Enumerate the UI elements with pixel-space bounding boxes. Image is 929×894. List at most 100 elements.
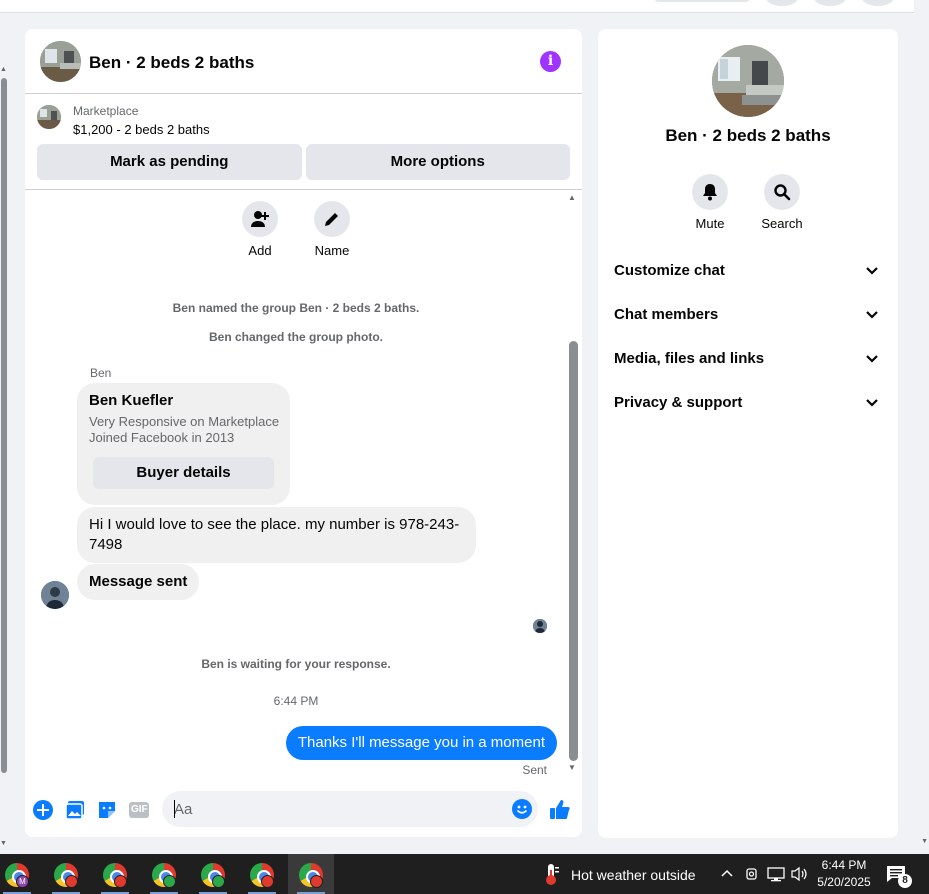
text-caret [174, 800, 175, 818]
scroll-up-arrow-icon[interactable]: ▲ [0, 66, 7, 73]
add-person-icon[interactable] [242, 201, 278, 237]
system-clock[interactable]: 6:44 PM 5/20/2025 [808, 857, 880, 891]
thread-scrollbar[interactable]: ▲ ▼ [567, 193, 578, 772]
name-group-action[interactable]: Name [302, 201, 362, 258]
gif-label: GIF [131, 804, 148, 815]
listing-thumbnail[interactable] [37, 105, 61, 129]
thread-scroll-thumb[interactable] [569, 341, 578, 761]
taskbar-chrome-window[interactable] [92, 854, 138, 894]
profile-badge-icon [261, 875, 274, 888]
search-action[interactable]: Search [752, 174, 812, 231]
top-bar [0, 0, 914, 13]
sticker-icon[interactable] [96, 799, 118, 821]
chevron-down-icon [866, 355, 878, 363]
sender-label: Ben [90, 366, 112, 380]
group-photo[interactable] [712, 45, 784, 117]
group-avatar[interactable] [40, 41, 81, 82]
outgoing-message[interactable]: Thanks I'll message you in a moment [285, 726, 557, 760]
notification-center[interactable]: 8 [886, 865, 912, 888]
info-title: Ben · 2 beds 2 baths [665, 126, 831, 145]
network-icon[interactable] [767, 866, 785, 885]
section-label: Privacy & support [614, 394, 743, 411]
thermometer-icon [546, 864, 559, 885]
read-receipt-avatar [533, 619, 547, 633]
taskbar-chrome-window[interactable] [288, 854, 334, 894]
profile-badge-icon [65, 875, 78, 888]
profile-card-name[interactable]: Ben Kuefler [89, 392, 173, 409]
clock-date: 5/20/2025 [817, 875, 871, 889]
chat-panel: Ben · 2 beds 2 baths i Marketplace $1,20… [25, 29, 582, 837]
search-pill[interactable] [653, 0, 751, 2]
search-icon[interactable] [764, 174, 800, 210]
chevron-down-icon [866, 399, 878, 407]
message-timestamp: 6:44 PM [273, 694, 319, 708]
system-message: Ben named the group Ben · 2 beds 2 baths… [172, 301, 420, 315]
search-label: Search [761, 216, 803, 231]
thumbs-up-icon[interactable] [549, 799, 571, 821]
scroll-down-arrow-icon[interactable]: ▼ [0, 840, 7, 847]
section-privacy-support[interactable]: Privacy & support [614, 386, 882, 422]
gif-icon[interactable]: GIF [128, 799, 150, 821]
taskbar-chrome-window[interactable] [190, 854, 236, 894]
plus-icon[interactable] [32, 799, 54, 821]
photo-icon[interactable] [64, 799, 86, 821]
show-hidden-icons[interactable] [720, 866, 734, 883]
weather-widget[interactable]: Hot weather outside [540, 862, 696, 886]
chat-header: Ben · 2 beds 2 baths i [25, 29, 582, 94]
add-label: Add [248, 243, 272, 258]
notifications-button[interactable] [813, 0, 847, 6]
notification-count: 8 [898, 874, 912, 888]
page-scrollbar[interactable]: ▲ ▼ [0, 62, 8, 852]
message-status: Sent [522, 763, 547, 777]
add-people-action[interactable]: Add [230, 201, 290, 258]
page-scroll-thumb[interactable] [1, 78, 7, 773]
profile-badge-icon [212, 875, 225, 888]
mute-action[interactable]: Mute [680, 174, 740, 231]
buyer-details-button[interactable]: Buyer details [93, 457, 274, 489]
incoming-message[interactable]: Message sent [77, 564, 200, 600]
section-label: Chat members [614, 306, 719, 323]
section-customize-chat[interactable]: Customize chat [614, 254, 882, 290]
chevron-down-icon [866, 311, 878, 319]
taskbar-chrome-window[interactable] [239, 854, 285, 894]
thread-scroll-down-icon[interactable]: ▼ [568, 763, 576, 772]
profile-card-responsiveness: Very Responsive on Marketplace [89, 414, 280, 429]
section-label: Customize chat [614, 262, 725, 279]
chevron-down-icon [866, 267, 878, 275]
right-scroll-down-icon[interactable]: ▼ [921, 838, 928, 845]
chat-info-panel: Ben · 2 beds 2 baths Mute Search Customi… [598, 29, 898, 838]
mute-label: Mute [695, 216, 725, 231]
bell-icon[interactable] [692, 174, 728, 210]
taskbar-chrome-window[interactable] [43, 854, 89, 894]
menu-button[interactable] [765, 0, 799, 6]
name-label: Name [314, 243, 350, 258]
emoji-icon[interactable] [512, 799, 532, 819]
pencil-icon[interactable] [314, 201, 350, 237]
volume-icon[interactable] [791, 866, 809, 885]
profile-card: Ben Kuefler Very Responsive on Marketpla… [77, 383, 290, 505]
account-avatar[interactable] [861, 0, 895, 6]
meet-now-icon[interactable] [744, 866, 760, 885]
listing-banner: Marketplace $1,200 - 2 beds 2 baths Mark… [25, 94, 582, 190]
listing-price[interactable]: $1,200 - 2 beds 2 baths [73, 122, 210, 137]
incoming-message[interactable]: Hi I would love to see the place. my num… [77, 507, 476, 563]
sender-avatar[interactable] [41, 581, 69, 609]
taskbar-chrome-window[interactable] [141, 854, 187, 894]
section-label: Media, files and links [614, 350, 765, 367]
more-options-button[interactable]: More options [305, 144, 570, 180]
profile-badge-icon: M [16, 875, 29, 888]
clock-time: 6:44 PM [821, 858, 867, 872]
system-message: Ben is waiting for your response. [201, 657, 391, 671]
listing-source: Marketplace [73, 104, 139, 118]
message-input[interactable]: Aa [162, 791, 538, 827]
mark-as-pending-button[interactable]: Mark as pending [37, 144, 302, 180]
message-input-placeholder: Aa [174, 801, 193, 818]
profile-card-joined: Joined Facebook in 2013 [89, 430, 235, 445]
composer: GIF Aa [25, 781, 582, 837]
thread-scroll-up-icon[interactable]: ▲ [568, 193, 576, 202]
taskbar-chrome-window[interactable]: M [0, 854, 40, 894]
section-media-files-links[interactable]: Media, files and links [614, 342, 882, 378]
info-icon[interactable]: i [540, 51, 561, 72]
section-chat-members[interactable]: Chat members [614, 298, 882, 334]
system-message: Ben changed the group photo. [209, 330, 383, 344]
